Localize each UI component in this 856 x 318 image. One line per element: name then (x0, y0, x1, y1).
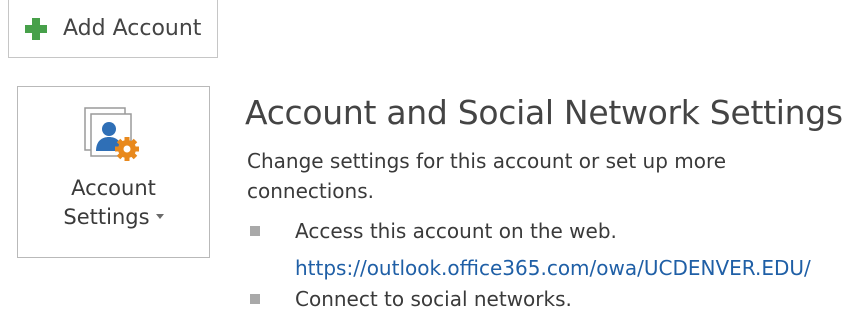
account-settings-button[interactable]: Account Settings (17, 86, 210, 258)
bullet-access-web: Access this account on the web. (295, 219, 617, 243)
owa-link[interactable]: https://outlook.office365.com/owa/UCDENV… (295, 256, 811, 280)
account-settings-label-line2-text: Settings (63, 205, 150, 229)
chevron-down-icon (155, 213, 164, 219)
plus-icon (25, 17, 47, 40)
add-account-button[interactable]: Add Account (8, 0, 218, 58)
page-title: Account and Social Network Settings (245, 93, 843, 132)
account-settings-label: Account Settings (18, 174, 209, 232)
account-settings-label-line1: Account (71, 176, 156, 200)
section-description: Change settings for this account or set … (247, 149, 727, 203)
account-settings-icon (84, 107, 139, 161)
bullet-icon (250, 226, 260, 236)
account-info-panel: Add Account Account Settings Account and… (0, 0, 856, 318)
bullet-icon (250, 294, 260, 304)
account-settings-label-line2: Settings (18, 203, 209, 232)
add-account-label: Add Account (63, 16, 202, 41)
bullet-social-networks: Connect to social networks. (295, 287, 572, 311)
